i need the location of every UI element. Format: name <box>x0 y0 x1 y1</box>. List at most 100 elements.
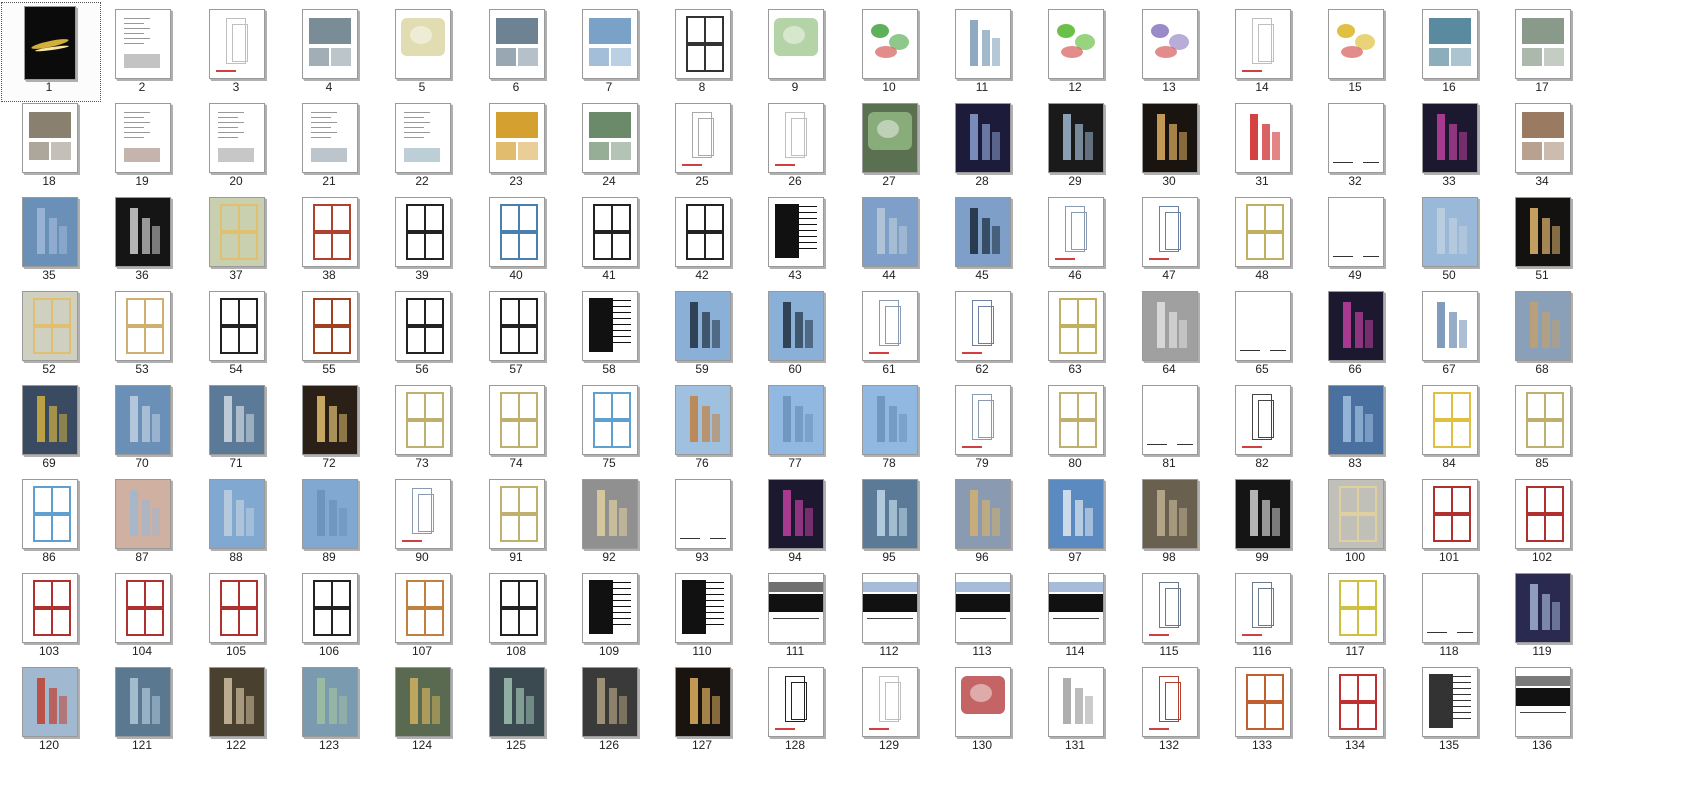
page-thumbnail[interactable]: 54 <box>186 282 286 382</box>
page-thumbnail[interactable]: 25 <box>652 94 752 194</box>
page-thumbnail[interactable]: 43 <box>745 188 845 288</box>
page-thumbnail[interactable]: 50 <box>1399 188 1499 288</box>
page-thumbnail[interactable]: 91 <box>466 470 566 570</box>
page-thumbnail[interactable]: 45 <box>932 188 1032 288</box>
page-thumbnail[interactable]: 105 <box>186 564 286 664</box>
page-thumbnail[interactable]: 87 <box>92 470 192 570</box>
page-thumbnail[interactable]: 70 <box>92 376 192 476</box>
page-thumbnail[interactable]: 120 <box>0 658 99 758</box>
page-thumbnail[interactable]: 88 <box>186 470 286 570</box>
page-thumbnail[interactable]: 44 <box>839 188 939 288</box>
page-thumbnail[interactable]: 124 <box>372 658 472 758</box>
page-thumbnail[interactable]: 76 <box>652 376 752 476</box>
page-thumbnail[interactable]: 115 <box>1119 564 1219 664</box>
page-thumbnail[interactable]: 127 <box>652 658 752 758</box>
page-thumbnail[interactable]: 95 <box>839 470 939 570</box>
page-thumbnail[interactable]: 5 <box>372 0 472 100</box>
page-thumbnail[interactable]: 106 <box>279 564 379 664</box>
page-thumbnail[interactable]: 97 <box>1025 470 1125 570</box>
page-thumbnail[interactable]: 134 <box>1305 658 1405 758</box>
page-thumbnail[interactable]: 15 <box>1305 0 1405 100</box>
page-thumbnail[interactable]: 96 <box>932 470 1032 570</box>
page-thumbnail[interactable]: 63 <box>1025 282 1125 382</box>
page-thumbnail[interactable]: 130 <box>932 658 1032 758</box>
page-thumbnail[interactable]: 58 <box>559 282 659 382</box>
page-thumbnail[interactable]: 9 <box>745 0 845 100</box>
page-thumbnail[interactable]: 114 <box>1025 564 1125 664</box>
page-thumbnail[interactable]: 68 <box>1492 282 1592 382</box>
page-thumbnail[interactable]: 66 <box>1305 282 1405 382</box>
page-thumbnail[interactable]: 121 <box>92 658 192 758</box>
page-thumbnail[interactable]: 99 <box>1212 470 1312 570</box>
page-thumbnail[interactable]: 27 <box>839 94 939 194</box>
page-thumbnail[interactable]: 51 <box>1492 188 1592 288</box>
page-thumbnail[interactable]: 116 <box>1212 564 1312 664</box>
page-thumbnail[interactable]: 60 <box>745 282 845 382</box>
page-thumbnail[interactable]: 31 <box>1212 94 1312 194</box>
page-thumbnail[interactable]: 6 <box>466 0 566 100</box>
page-thumbnail[interactable]: 128 <box>745 658 845 758</box>
page-thumbnail[interactable]: 29 <box>1025 94 1125 194</box>
page-thumbnail[interactable]: 85 <box>1492 376 1592 476</box>
page-thumbnail[interactable]: 67 <box>1399 282 1499 382</box>
page-thumbnail[interactable]: 77 <box>745 376 845 476</box>
page-thumbnail[interactable]: 93 <box>652 470 752 570</box>
page-thumbnail[interactable]: 135 <box>1399 658 1499 758</box>
page-thumbnail[interactable]: 123 <box>279 658 379 758</box>
page-thumbnail[interactable]: 23 <box>466 94 566 194</box>
page-thumbnail[interactable]: 122 <box>186 658 286 758</box>
page-thumbnail[interactable]: 132 <box>1119 658 1219 758</box>
page-thumbnail[interactable]: 71 <box>186 376 286 476</box>
page-thumbnail[interactable]: 30 <box>1119 94 1219 194</box>
page-thumbnail[interactable]: 80 <box>1025 376 1125 476</box>
page-thumbnail[interactable]: 59 <box>652 282 752 382</box>
page-thumbnail[interactable]: 125 <box>466 658 566 758</box>
page-thumbnail[interactable]: 33 <box>1399 94 1499 194</box>
page-thumbnail[interactable]: 133 <box>1212 658 1312 758</box>
page-thumbnail[interactable]: 79 <box>932 376 1032 476</box>
page-thumbnail[interactable]: 18 <box>0 94 99 194</box>
page-thumbnail[interactable]: 69 <box>0 376 99 476</box>
page-thumbnail[interactable]: 92 <box>559 470 659 570</box>
page-thumbnail[interactable]: 118 <box>1399 564 1499 664</box>
page-thumbnail[interactable]: 119 <box>1492 564 1592 664</box>
page-thumbnail[interactable]: 46 <box>1025 188 1125 288</box>
page-thumbnail[interactable]: 109 <box>559 564 659 664</box>
page-thumbnail[interactable]: 38 <box>279 188 379 288</box>
page-thumbnail[interactable]: 24 <box>559 94 659 194</box>
page-thumbnail[interactable]: 74 <box>466 376 566 476</box>
page-thumbnail[interactable]: 102 <box>1492 470 1592 570</box>
page-thumbnail[interactable]: 131 <box>1025 658 1125 758</box>
page-thumbnail[interactable]: 64 <box>1119 282 1219 382</box>
page-thumbnail[interactable]: 13 <box>1119 0 1219 100</box>
page-thumbnail[interactable]: 56 <box>372 282 472 382</box>
page-thumbnail[interactable]: 42 <box>652 188 752 288</box>
page-thumbnail[interactable]: 16 <box>1399 0 1499 100</box>
page-thumbnail[interactable]: 94 <box>745 470 845 570</box>
page-thumbnail[interactable]: 117 <box>1305 564 1405 664</box>
page-thumbnail[interactable]: 37 <box>186 188 286 288</box>
page-thumbnail[interactable]: 21 <box>279 94 379 194</box>
page-thumbnail[interactable]: 47 <box>1119 188 1219 288</box>
page-thumbnail[interactable]: 32 <box>1305 94 1405 194</box>
page-thumbnail[interactable]: 10 <box>839 0 939 100</box>
page-thumbnail[interactable]: 4 <box>279 0 379 100</box>
page-thumbnail[interactable]: 35 <box>0 188 99 288</box>
page-thumbnail[interactable]: 84 <box>1399 376 1499 476</box>
page-thumbnail[interactable]: 28 <box>932 94 1032 194</box>
page-thumbnail[interactable]: 48 <box>1212 188 1312 288</box>
page-thumbnail[interactable]: 14 <box>1212 0 1312 100</box>
page-thumbnail[interactable]: 89 <box>279 470 379 570</box>
page-thumbnail[interactable]: 103 <box>0 564 99 664</box>
page-thumbnail[interactable]: 136 <box>1492 658 1592 758</box>
page-thumbnail[interactable]: 75 <box>559 376 659 476</box>
page-thumbnail[interactable]: 57 <box>466 282 566 382</box>
page-thumbnail[interactable]: 126 <box>559 658 659 758</box>
page-thumbnail[interactable]: 12 <box>1025 0 1125 100</box>
page-thumbnail[interactable]: 39 <box>372 188 472 288</box>
page-thumbnail[interactable]: 55 <box>279 282 379 382</box>
page-thumbnail[interactable]: 82 <box>1212 376 1312 476</box>
page-thumbnail[interactable]: 62 <box>932 282 1032 382</box>
page-thumbnail[interactable]: 8 <box>652 0 752 100</box>
page-thumbnail[interactable]: 17 <box>1492 0 1592 100</box>
